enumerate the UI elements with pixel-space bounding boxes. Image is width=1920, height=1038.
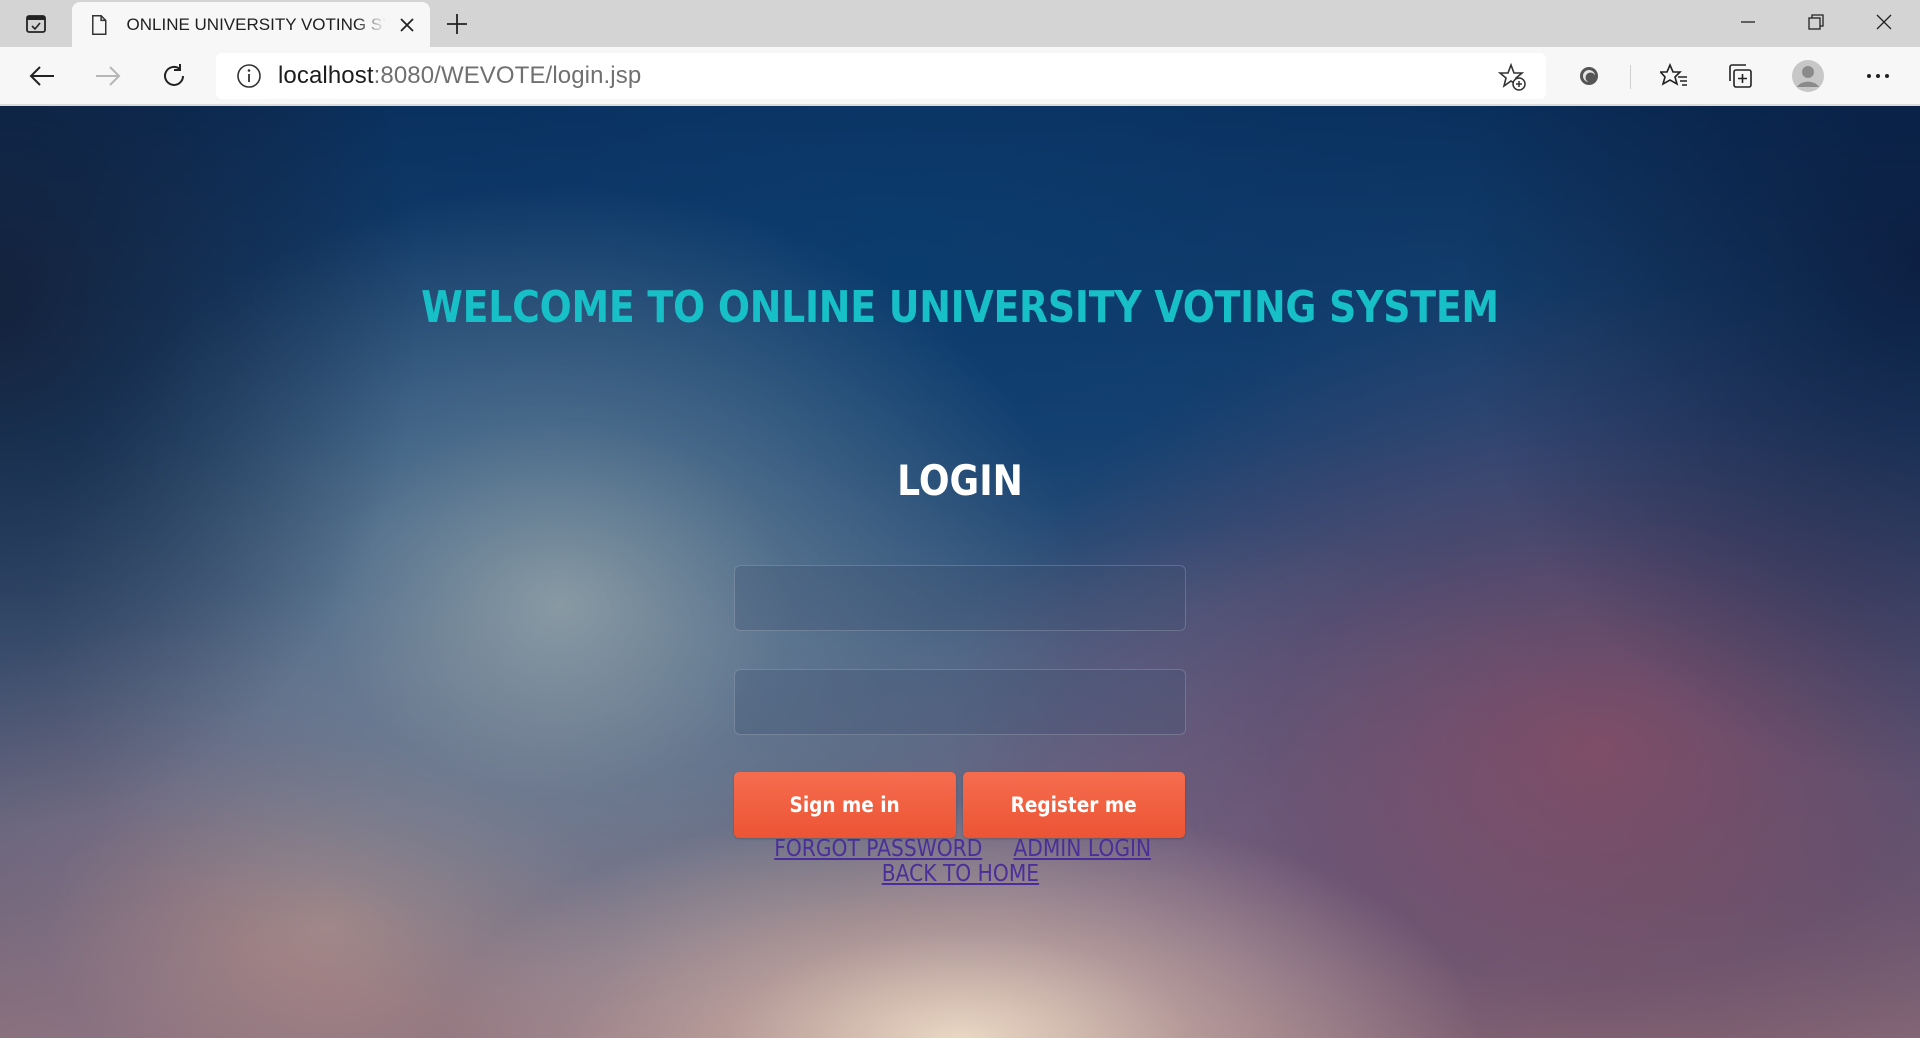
welcome-heading: WELCOME TO ONLINE UNIVERSITY VOTING SYST… — [421, 282, 1499, 333]
login-page: WELCOME TO ONLINE UNIVERSITY VOTING SYST… — [0, 106, 1920, 1038]
address-url: localhost:8080/WEVOTE/login.jsp — [278, 62, 641, 90]
forward-icon[interactable] — [88, 56, 128, 96]
tab-title: ONLINE UNIVERSITY VOTING SYSTEM — [126, 14, 386, 34]
close-tab-icon[interactable] — [396, 13, 418, 37]
more-options-icon[interactable] — [1858, 56, 1898, 96]
extension-icon[interactable] — [1569, 56, 1609, 96]
window-close-icon[interactable] — [1850, 0, 1918, 44]
reload-icon[interactable] — [154, 56, 194, 96]
register-button[interactable]: Register me — [963, 772, 1185, 838]
address-bar[interactable]: localhost:8080/WEVOTE/login.jsp — [216, 53, 1546, 99]
tab-strip: ONLINE UNIVERSITY VOTING SYSTEM — [0, 0, 1920, 47]
forgot-password-link[interactable]: FORGOT PASSWORD — [774, 837, 982, 862]
favorites-icon[interactable] — [1654, 56, 1694, 96]
restore-icon[interactable] — [1782, 0, 1850, 44]
back-to-home-link[interactable]: BACK TO HOME — [881, 862, 1038, 887]
username-field[interactable] — [734, 565, 1186, 631]
site-info-icon[interactable] — [236, 63, 262, 89]
back-icon[interactable] — [22, 56, 62, 96]
browser-tab[interactable]: ONLINE UNIVERSITY VOTING SYSTEM — [72, 2, 430, 47]
url-path: :8080/WEVOTE/login.jsp — [373, 62, 642, 89]
url-host: localhost — [278, 62, 374, 89]
collections-icon[interactable] — [1720, 56, 1760, 96]
browser-toolbar: localhost:8080/WEVOTE/login.jsp — [0, 47, 1920, 105]
register-label: Register me — [1010, 793, 1138, 817]
sign-in-button[interactable]: Sign me in — [734, 772, 956, 838]
admin-login-link[interactable]: ADMIN LOGIN — [1013, 837, 1151, 862]
sign-in-label: Sign me in — [789, 793, 901, 817]
login-heading: LOGIN — [897, 456, 1023, 505]
new-tab-icon[interactable] — [440, 8, 474, 40]
minimize-icon[interactable] — [1714, 0, 1782, 44]
add-favorite-icon[interactable] — [1498, 63, 1526, 91]
toolbar-separator — [1630, 65, 1631, 89]
profile-avatar-icon[interactable] — [1788, 56, 1828, 96]
login-links: FORGOT PASSWORD ADMIN LOGIN BACK TO HOME — [0, 837, 1920, 887]
page-icon — [92, 14, 107, 35]
password-field[interactable] — [734, 669, 1186, 735]
tab-actions-icon[interactable] — [14, 10, 58, 38]
